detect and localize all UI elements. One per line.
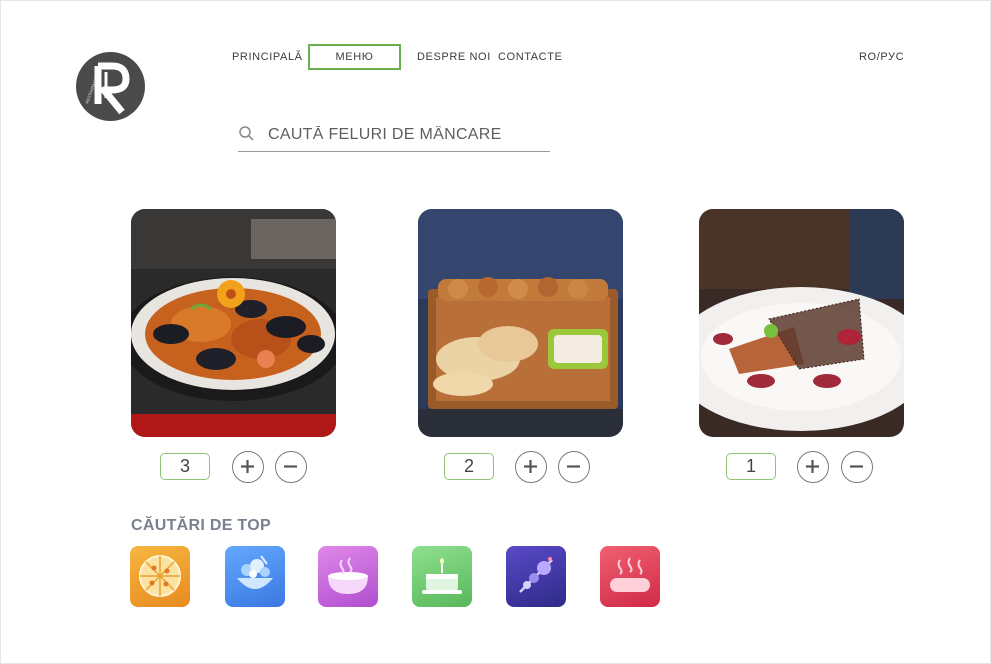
increase-button-3[interactable] — [797, 451, 829, 483]
minus-icon — [850, 465, 863, 468]
decrease-button-3[interactable] — [841, 451, 873, 483]
nav-item-principala[interactable]: PRINCIPALĂ — [232, 44, 303, 70]
decrease-button-1[interactable] — [275, 451, 307, 483]
category-cake[interactable] — [412, 546, 472, 607]
dish-card-2[interactable] — [418, 209, 623, 437]
language-switcher[interactable]: RO/РУС — [859, 44, 904, 70]
quantity-field-2[interactable]: 2 — [444, 453, 494, 480]
nav-item-despre-noi[interactable]: DESPRE NOI — [417, 44, 491, 70]
category-sausage[interactable] — [600, 546, 660, 607]
search-bar — [238, 117, 550, 152]
top-searches-title: CĂUTĂRI DE TOP — [131, 517, 271, 534]
dish-card-1[interactable] — [131, 209, 336, 437]
decrease-button-2[interactable] — [558, 451, 590, 483]
sausage-icon — [610, 557, 650, 592]
minus-icon — [567, 465, 580, 468]
plated-dessert-photo — [699, 209, 904, 437]
increase-button-2[interactable] — [515, 451, 547, 483]
cake-icon — [422, 558, 462, 594]
plus-icon — [524, 460, 537, 473]
salad-bowl-icon — [237, 555, 273, 589]
plus-icon — [806, 460, 819, 473]
nav-item-contacte[interactable]: CONTACTE — [498, 44, 562, 70]
minus-icon — [284, 465, 297, 468]
category-soup[interactable] — [318, 546, 378, 607]
search-icon — [239, 126, 254, 141]
search-input[interactable] — [266, 121, 550, 149]
seafood-pasta-photo — [131, 209, 336, 437]
category-salad[interactable] — [225, 546, 285, 607]
quantity-field-1[interactable]: 3 — [160, 453, 210, 480]
nav-item-menu[interactable]: МЕНЮ — [308, 44, 401, 70]
pizza-icon — [139, 555, 181, 597]
plus-icon — [241, 460, 254, 473]
main-nav: PRINCIPALĂ МЕНЮ DESPRE NOI CONTACTE — [0, 44, 991, 70]
dish-card-3[interactable] — [699, 209, 904, 437]
grilled-skewers-pita-photo — [418, 209, 623, 437]
soup-icon — [328, 557, 368, 594]
kebab-icon — [519, 557, 553, 593]
category-pizza[interactable] — [130, 546, 190, 607]
category-kebab[interactable] — [506, 546, 566, 607]
increase-button-1[interactable] — [232, 451, 264, 483]
quantity-field-3[interactable]: 1 — [726, 453, 776, 480]
